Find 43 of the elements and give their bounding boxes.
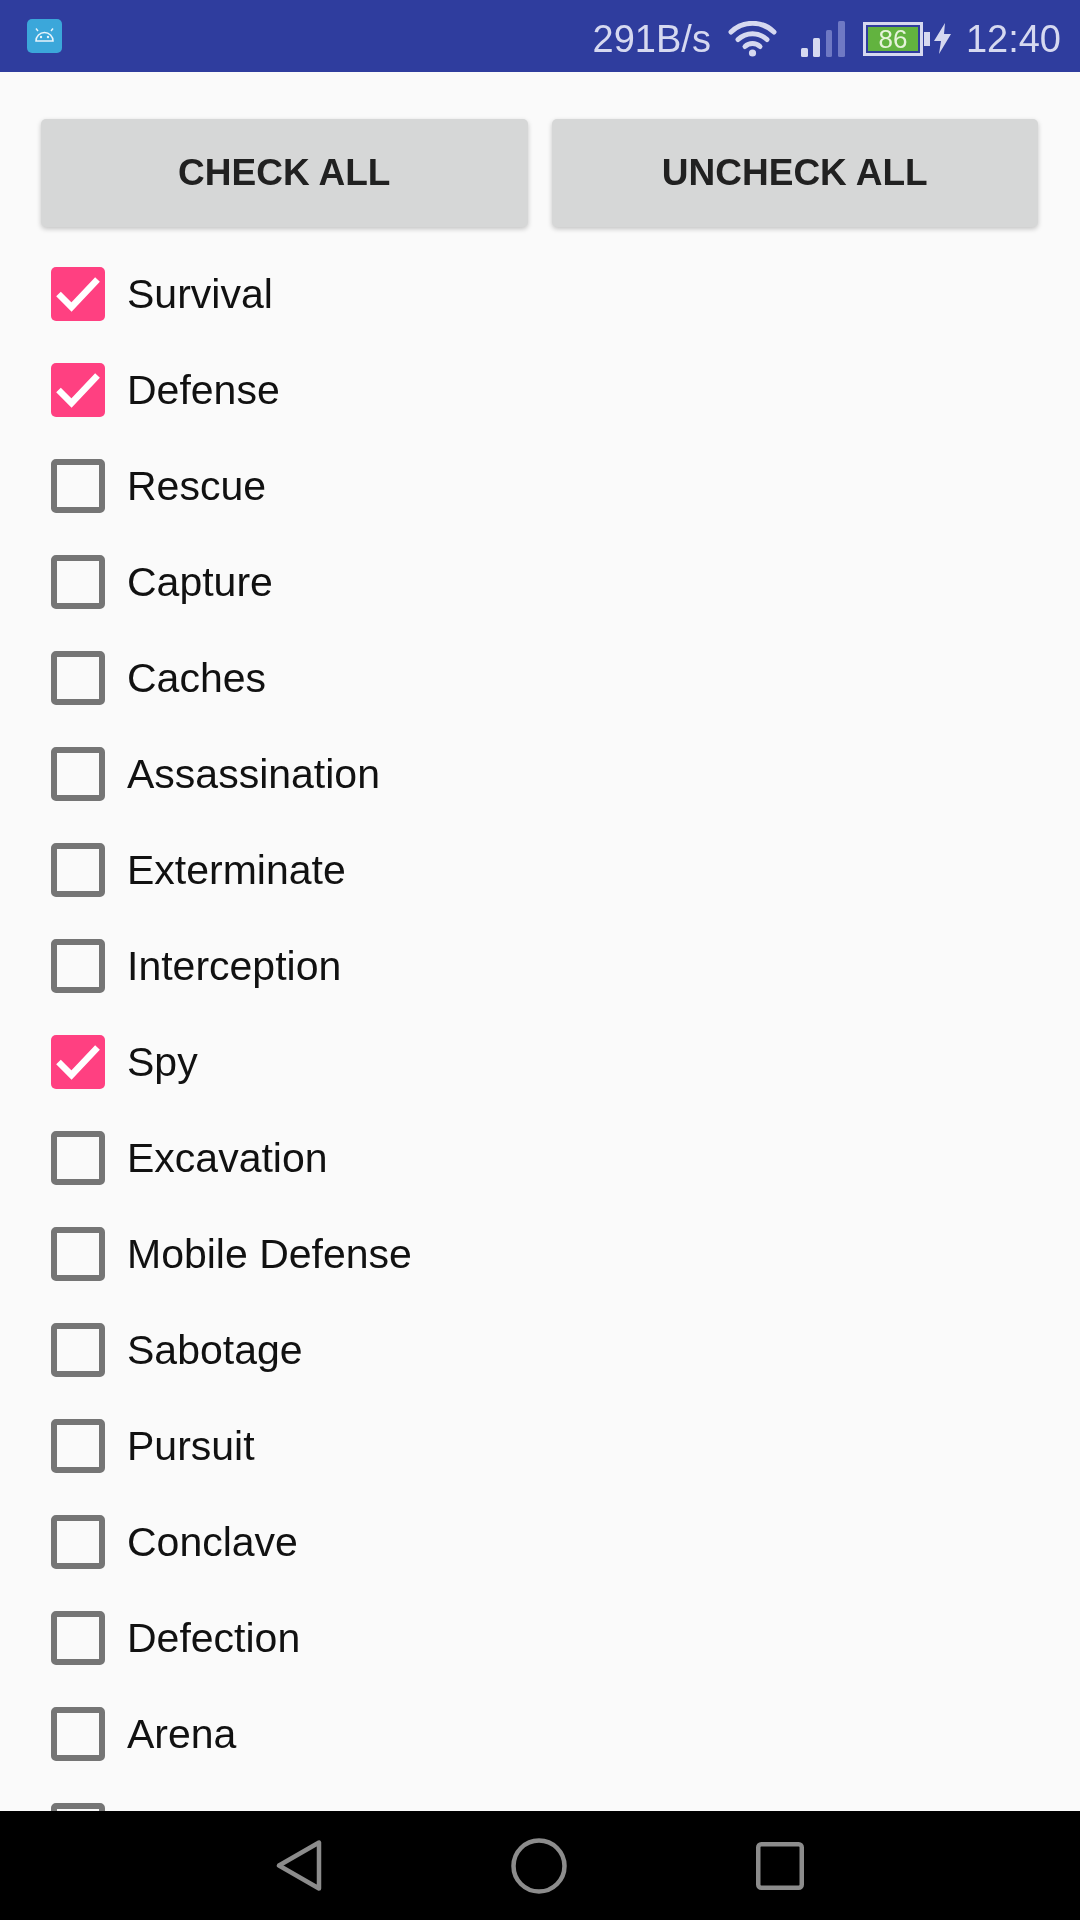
checkbox[interactable] bbox=[51, 555, 105, 609]
checkbox-label[interactable]: Caches bbox=[127, 654, 266, 702]
checkbox[interactable] bbox=[51, 1515, 105, 1569]
wifi-icon bbox=[727, 20, 777, 57]
checkbox[interactable] bbox=[51, 1707, 105, 1761]
checkbox[interactable] bbox=[51, 1227, 105, 1281]
clock-time: 12:40 bbox=[965, 16, 1061, 61]
checkbox-label[interactable]: Mobile Defense bbox=[127, 1230, 412, 1278]
battery-percentage: 86 bbox=[867, 26, 918, 51]
checkbox[interactable] bbox=[51, 267, 105, 321]
checkbox-label[interactable]: Arena bbox=[127, 1710, 237, 1758]
checkbox-label[interactable]: Excavation bbox=[127, 1134, 328, 1182]
checkbox[interactable] bbox=[51, 1035, 105, 1089]
checkbox[interactable] bbox=[51, 1131, 105, 1185]
checkbox[interactable] bbox=[51, 1611, 105, 1665]
checkbox[interactable] bbox=[51, 747, 105, 801]
checkbox-label[interactable]: Defection bbox=[127, 1614, 301, 1662]
uncheck-all-button[interactable]: UNCHECK ALL bbox=[551, 119, 1038, 227]
checkbox-label[interactable]: Pursuit bbox=[127, 1422, 255, 1470]
home-icon[interactable] bbox=[511, 1837, 567, 1894]
checkbox[interactable] bbox=[51, 363, 105, 417]
checkbox-label[interactable]: Rescue bbox=[127, 462, 266, 510]
check-all-button[interactable]: CHECK ALL bbox=[41, 119, 528, 227]
network-speed: 291B/s bbox=[592, 16, 711, 61]
signal-icon bbox=[800, 20, 846, 57]
checkbox-label[interactable]: Capture bbox=[127, 558, 273, 606]
checkbox-label[interactable]: Conclave bbox=[127, 1518, 298, 1566]
checkbox[interactable] bbox=[51, 651, 105, 705]
checkbox[interactable] bbox=[51, 459, 105, 513]
checkbox-label[interactable]: Survival bbox=[127, 270, 273, 318]
checkbox-label[interactable]: Defense bbox=[127, 366, 280, 414]
checkbox-label[interactable]: Exterminate bbox=[127, 846, 346, 894]
checkbox-label[interactable]: Assassination bbox=[127, 750, 380, 798]
robot-icon bbox=[27, 19, 62, 53]
checkbox-label[interactable]: Interception bbox=[127, 942, 342, 990]
back-icon[interactable] bbox=[276, 1840, 322, 1891]
recent-apps-icon[interactable] bbox=[756, 1841, 804, 1890]
checkbox-label[interactable]: Sabotage bbox=[127, 1326, 303, 1374]
checkbox[interactable] bbox=[51, 939, 105, 993]
checkbox[interactable] bbox=[51, 1323, 105, 1377]
checkbox-label[interactable]: Spy bbox=[127, 1038, 198, 1086]
checkbox[interactable] bbox=[51, 1419, 105, 1473]
checkbox[interactable] bbox=[51, 843, 105, 897]
